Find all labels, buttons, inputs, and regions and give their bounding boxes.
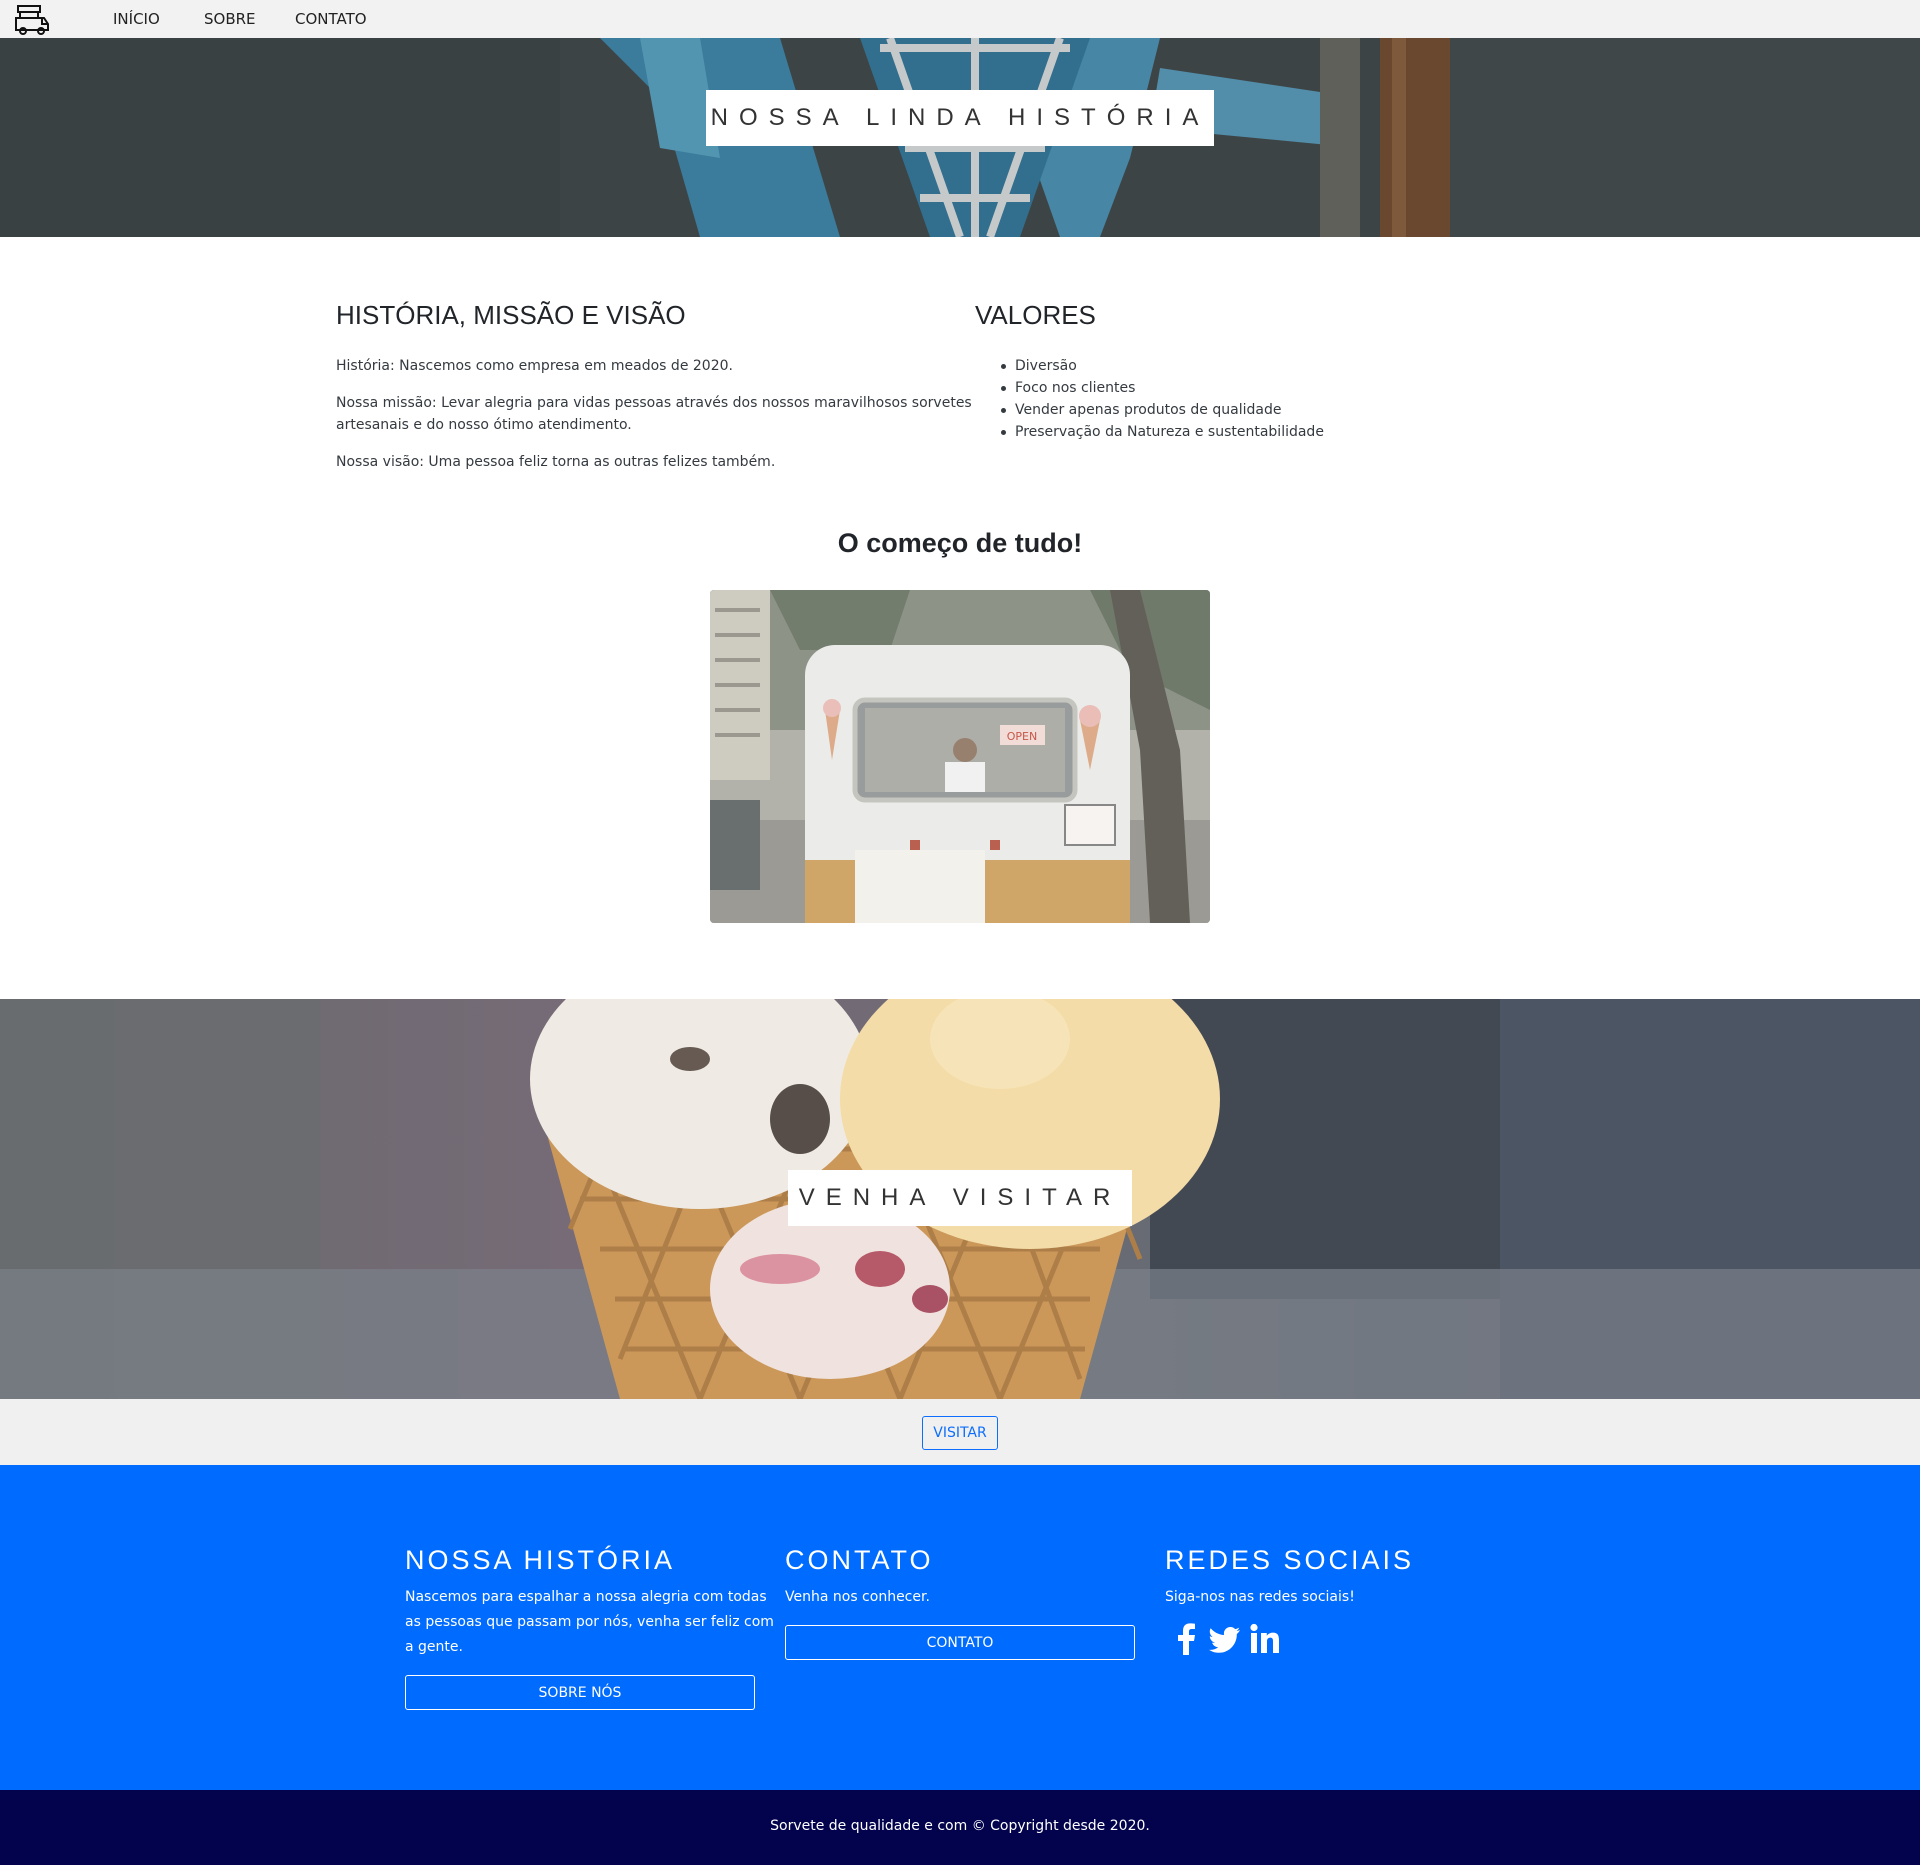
nav-link-inicio[interactable]: INÍCIO	[113, 10, 160, 28]
visit-title: VENHA VISITAR	[788, 1170, 1132, 1226]
ice-cream-truck-icon[interactable]	[14, 2, 52, 36]
footer-contact-heading: CONTATO	[785, 1545, 934, 1575]
hero-title: NOSSA LINDA HISTÓRIA	[706, 90, 1214, 146]
values-item: Foco nos clientes	[1001, 377, 1324, 399]
nav-link-sobre[interactable]: SOBRE	[204, 10, 256, 28]
hero-banner: NOSSA LINDA HISTÓRIA	[0, 38, 1920, 237]
facebook-icon[interactable]	[1172, 1623, 1202, 1655]
ice-cream-trailer-photo: OPEN	[710, 590, 1210, 923]
vision-text: Nossa visão: Uma pessoa feliz torna as o…	[336, 454, 776, 470]
values-list: Diversão Foco nos clientes Vender apenas…	[1001, 355, 1324, 443]
footer-history-text-line-2: as pessoas que passam por nós, venha ser…	[405, 1614, 774, 1630]
values-item: Vender apenas produtos de qualidade	[1001, 399, 1324, 421]
about-us-button[interactable]: SOBRE NÓS	[405, 1675, 755, 1710]
navbar: INÍCIO SOBRE CONTATO	[0, 0, 1920, 38]
visit-button-strip: VISITAR	[0, 1399, 1920, 1465]
values-item: Diversão	[1001, 355, 1324, 377]
visit-button[interactable]: VISITAR	[922, 1416, 998, 1450]
footer-history-text-line-3: a gente.	[405, 1639, 463, 1655]
footer-history-text-line-1: Nascemos para espalhar a nossa alegria c…	[405, 1589, 767, 1605]
footer: NOSSA HISTÓRIA Nascemos para espalhar a …	[0, 1465, 1920, 1790]
mission-text-line-1: Nossa missão: Levar alegria para vidas p…	[336, 395, 972, 411]
contact-button[interactable]: CONTATO	[785, 1625, 1135, 1660]
beginning-heading: O começo de tudo!	[837, 528, 1083, 558]
values-item: Preservação da Natureza e sustentabilida…	[1001, 421, 1324, 443]
mission-text-line-2: artesanais e do nosso ótimo atendimento.	[336, 417, 632, 433]
copyright-text: Sorvete de qualidade e com © Copyright d…	[770, 1818, 1150, 1834]
history-text: História: Nascemos como empresa em meado…	[336, 358, 733, 374]
footer-social-heading: REDES SOCIAIS	[1165, 1545, 1415, 1575]
copyright-bar: Sorvete de qualidade e com © Copyright d…	[0, 1790, 1920, 1865]
footer-history-heading: NOSSA HISTÓRIA	[405, 1545, 676, 1575]
twitter-icon[interactable]	[1208, 1623, 1241, 1655]
linkedin-icon[interactable]	[1250, 1623, 1280, 1655]
visit-banner: VENHA VISITAR	[0, 999, 1920, 1399]
nav-link-contato[interactable]: CONTATO	[295, 10, 367, 28]
footer-contact-text: Venha nos conhecer.	[785, 1589, 930, 1605]
values-heading: VALORES	[975, 300, 1096, 330]
about-heading: HISTÓRIA, MISSÃO E VISÃO	[336, 300, 686, 330]
footer-social-text: Siga-nos nas redes sociais!	[1165, 1589, 1355, 1605]
